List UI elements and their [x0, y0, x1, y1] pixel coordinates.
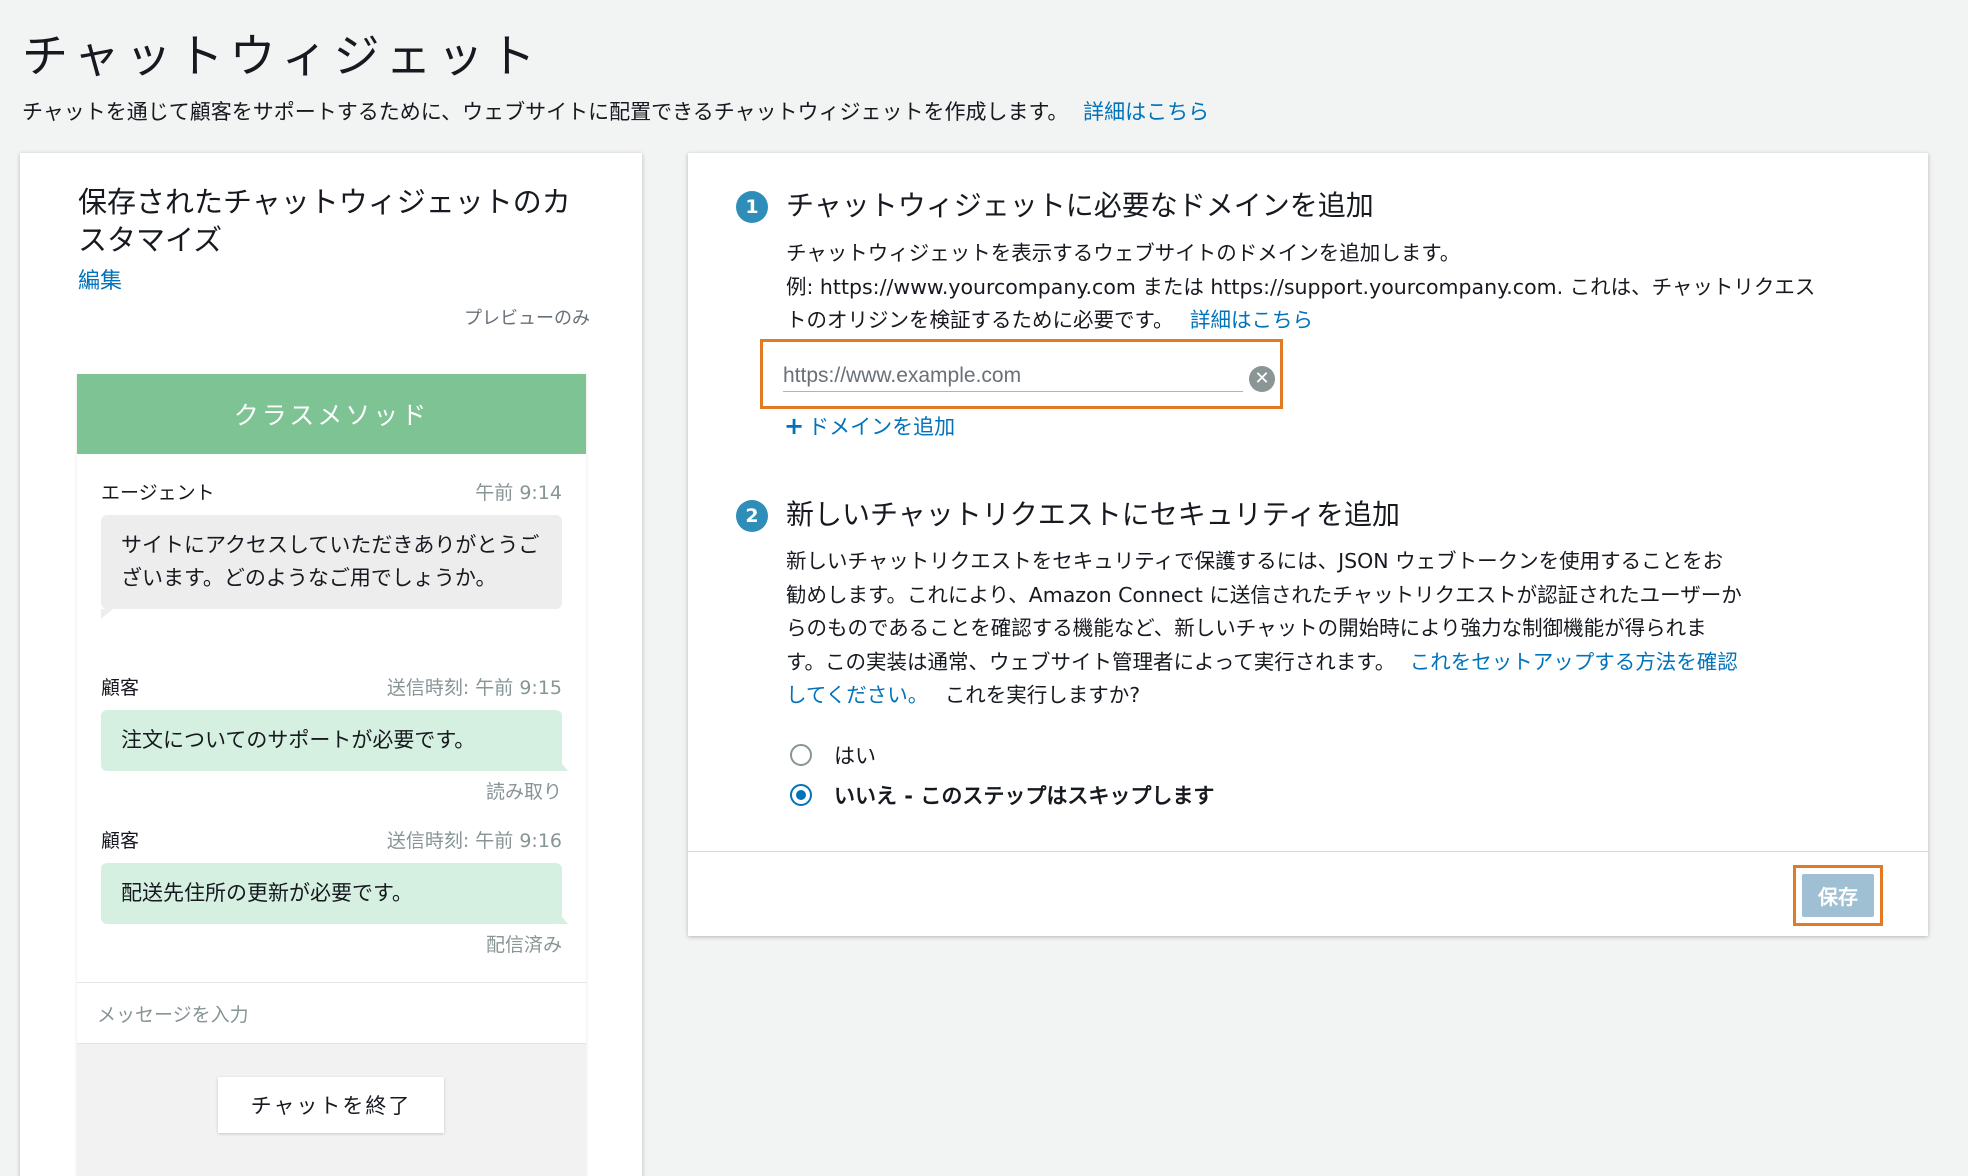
step-2-line-2: 勧めします。これにより、Amazon Connect に送信されたチャットリクエ… [786, 582, 1742, 607]
step-2-line-5: してください。 これを実行しますか? [786, 679, 1896, 713]
step-2-line-4-text: す。この実装は通常、ウェブサイト管理者によって実行されます。 [786, 649, 1396, 674]
setup-guide-link[interactable]: これをセットアップする方法を確認 [1410, 650, 1738, 674]
page-title: チャットウィジェット [22, 29, 542, 83]
widget-footer: チャットを終了 [77, 1044, 586, 1176]
radio-option-yes[interactable]: はい [790, 740, 876, 770]
widget-header: クラスメソッド [77, 374, 586, 454]
page-learn-more-link[interactable]: 詳細はこちら [1083, 100, 1209, 124]
add-domain-button[interactable]: + ドメインを追加 [784, 411, 955, 441]
message-status: 読み取り [485, 781, 562, 803]
radio-button[interactable] [790, 744, 812, 766]
step-1-line-3: トのオリジンを検証するために必要です。 詳細はこちら [786, 304, 1886, 338]
radio-label: いいえ - このステップはスキップします [834, 784, 1215, 808]
step-1-line-3-text: トのオリジンを検証するために必要です。 [786, 308, 1174, 332]
add-domain-label: ドメインを追加 [808, 415, 956, 439]
step-2-question: これを実行しますか? [944, 683, 1141, 707]
preview-only-label: プレビューのみ [464, 308, 590, 329]
save-button[interactable]: 保存 [1802, 874, 1874, 917]
step-2-line-4: す。この実装は通常、ウェブサイト管理者によって実行されます。 これをセットアップ… [786, 646, 1896, 680]
message-sender: 顧客 [101, 677, 140, 699]
chat-widget-preview: クラスメソッド エージェント 午前 9:14 サイトにアクセスしていただきありが… [77, 374, 586, 1176]
clear-icon[interactable]: ✕ [1249, 366, 1275, 392]
saved-widget-title: 保存されたチャットウィジェットのカスタマイズ [78, 185, 571, 257]
edit-link[interactable]: 編集 [78, 263, 122, 295]
save-button-highlight: 保存 [1793, 865, 1883, 926]
step-1-line-2: 例: https://www.yourcompany.com または https… [786, 274, 1816, 299]
message-sender: エージェント [101, 482, 215, 504]
radio-button[interactable] [790, 784, 812, 806]
step-1-description: チャットウィジェットを表示するウェブサイトのドメインを追加します。 例: htt… [786, 237, 1886, 338]
message-bubble: 配送先住所の更新が必要です。 [101, 863, 568, 924]
message-input[interactable]: メッセージを入力 [77, 982, 586, 1044]
message-time: 送信時刻: 午前 9:16 [386, 830, 562, 852]
message-status: 配信済み [485, 934, 562, 956]
message-bubble: 注文についてのサポートが必要です。 [101, 710, 568, 771]
step-1-line-1: チャットウィジェットを表示するウェブサイトのドメインを追加します。 [786, 241, 1461, 265]
radio-option-no[interactable]: いいえ - このステップはスキップします [790, 780, 1214, 810]
chat-message-customer: 顧客 送信時刻: 午前 9:16 配送先住所の更新が必要です。 配信済み [101, 826, 568, 957]
step-1-learn-more-link[interactable]: 詳細はこちら [1190, 308, 1313, 332]
widget-preview-panel: 保存されたチャットウィジェットのカスタマイズ 編集 プレビューのみ クラスメソッ… [20, 153, 642, 1176]
setup-guide-link-cont[interactable]: してください。 [786, 683, 928, 707]
domain-input-highlight: ✕ [760, 339, 1283, 409]
message-time: 送信時刻: 午前 9:15 [386, 677, 562, 699]
step-2-title: 新しいチャットリクエストにセキュリティを追加 [786, 498, 1401, 531]
message-sender: 顧客 [101, 830, 140, 852]
end-chat-button[interactable]: チャットを終了 [218, 1077, 444, 1133]
domain-input[interactable] [783, 360, 1243, 392]
step-2-line-3: らのものであることを確認する機能など、新しいチャットの開始時により強力な制御機能… [786, 616, 1707, 640]
plus-icon: + [784, 412, 805, 440]
message-time: 午前 9:14 [475, 482, 562, 504]
settings-panel: 1 チャットウィジェットに必要なドメインを追加 チャットウィジェットを表示するウ… [688, 153, 1928, 936]
radio-label: はい [834, 744, 876, 768]
step-2-line-1: 新しいチャットリクエストをセキュリティで保護するには、JSON ウェブトークンを… [786, 549, 1724, 573]
message-meta: 顧客 送信時刻: 午前 9:16 [101, 826, 562, 853]
step-1-badge: 1 [736, 191, 768, 223]
message-bubble: サイトにアクセスしていただきありがとうございます。どのようなご用でしょうか。 [101, 515, 562, 619]
chat-message-customer: 顧客 送信時刻: 午前 9:15 注文についてのサポートが必要です。 読み取り [101, 673, 568, 804]
page-description: チャットを通じて顧客をサポートするために、ウェブサイトに配置できるチャットウィジ… [22, 96, 1209, 126]
step-2-description: 新しいチャットリクエストをセキュリティで保護するには、JSON ウェブトークンを… [786, 545, 1896, 713]
step-1-title: チャットウィジェットに必要なドメインを追加 [786, 189, 1374, 222]
page-description-text: チャットを通じて顧客をサポートするために、ウェブサイトに配置できるチャットウィジ… [22, 100, 1069, 124]
message-meta: エージェント 午前 9:14 [101, 478, 562, 505]
chat-message-agent: エージェント 午前 9:14 サイトにアクセスしていただきありがとうございます。… [101, 478, 562, 619]
step-2-badge: 2 [736, 500, 768, 532]
panel-divider [688, 851, 1928, 852]
message-meta: 顧客 送信時刻: 午前 9:15 [101, 673, 562, 700]
